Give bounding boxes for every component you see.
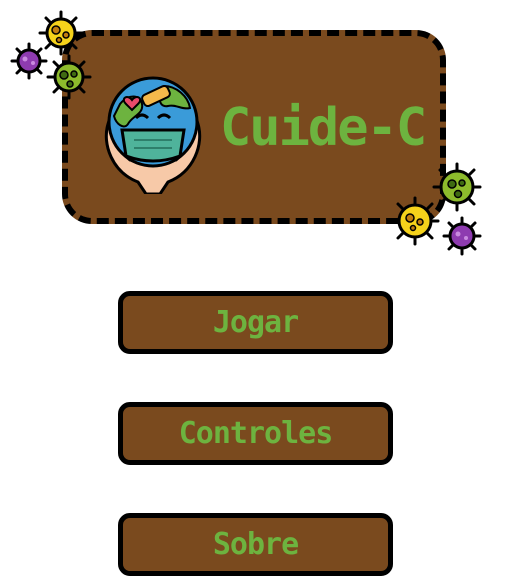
purple-virus-icon bbox=[10, 42, 48, 80]
game-title: Cuide-C bbox=[220, 98, 427, 158]
about-button[interactable]: Sobre bbox=[118, 513, 393, 576]
earth-with-mask-in-hands-icon bbox=[104, 76, 202, 194]
logo-panel: Cuide-C bbox=[62, 30, 446, 224]
purple-virus-icon bbox=[442, 216, 482, 256]
controls-button[interactable]: Controles bbox=[118, 402, 393, 465]
play-button[interactable]: Jogar bbox=[118, 291, 393, 354]
green-virus-icon bbox=[46, 54, 92, 100]
yellow-virus-icon bbox=[390, 196, 440, 246]
